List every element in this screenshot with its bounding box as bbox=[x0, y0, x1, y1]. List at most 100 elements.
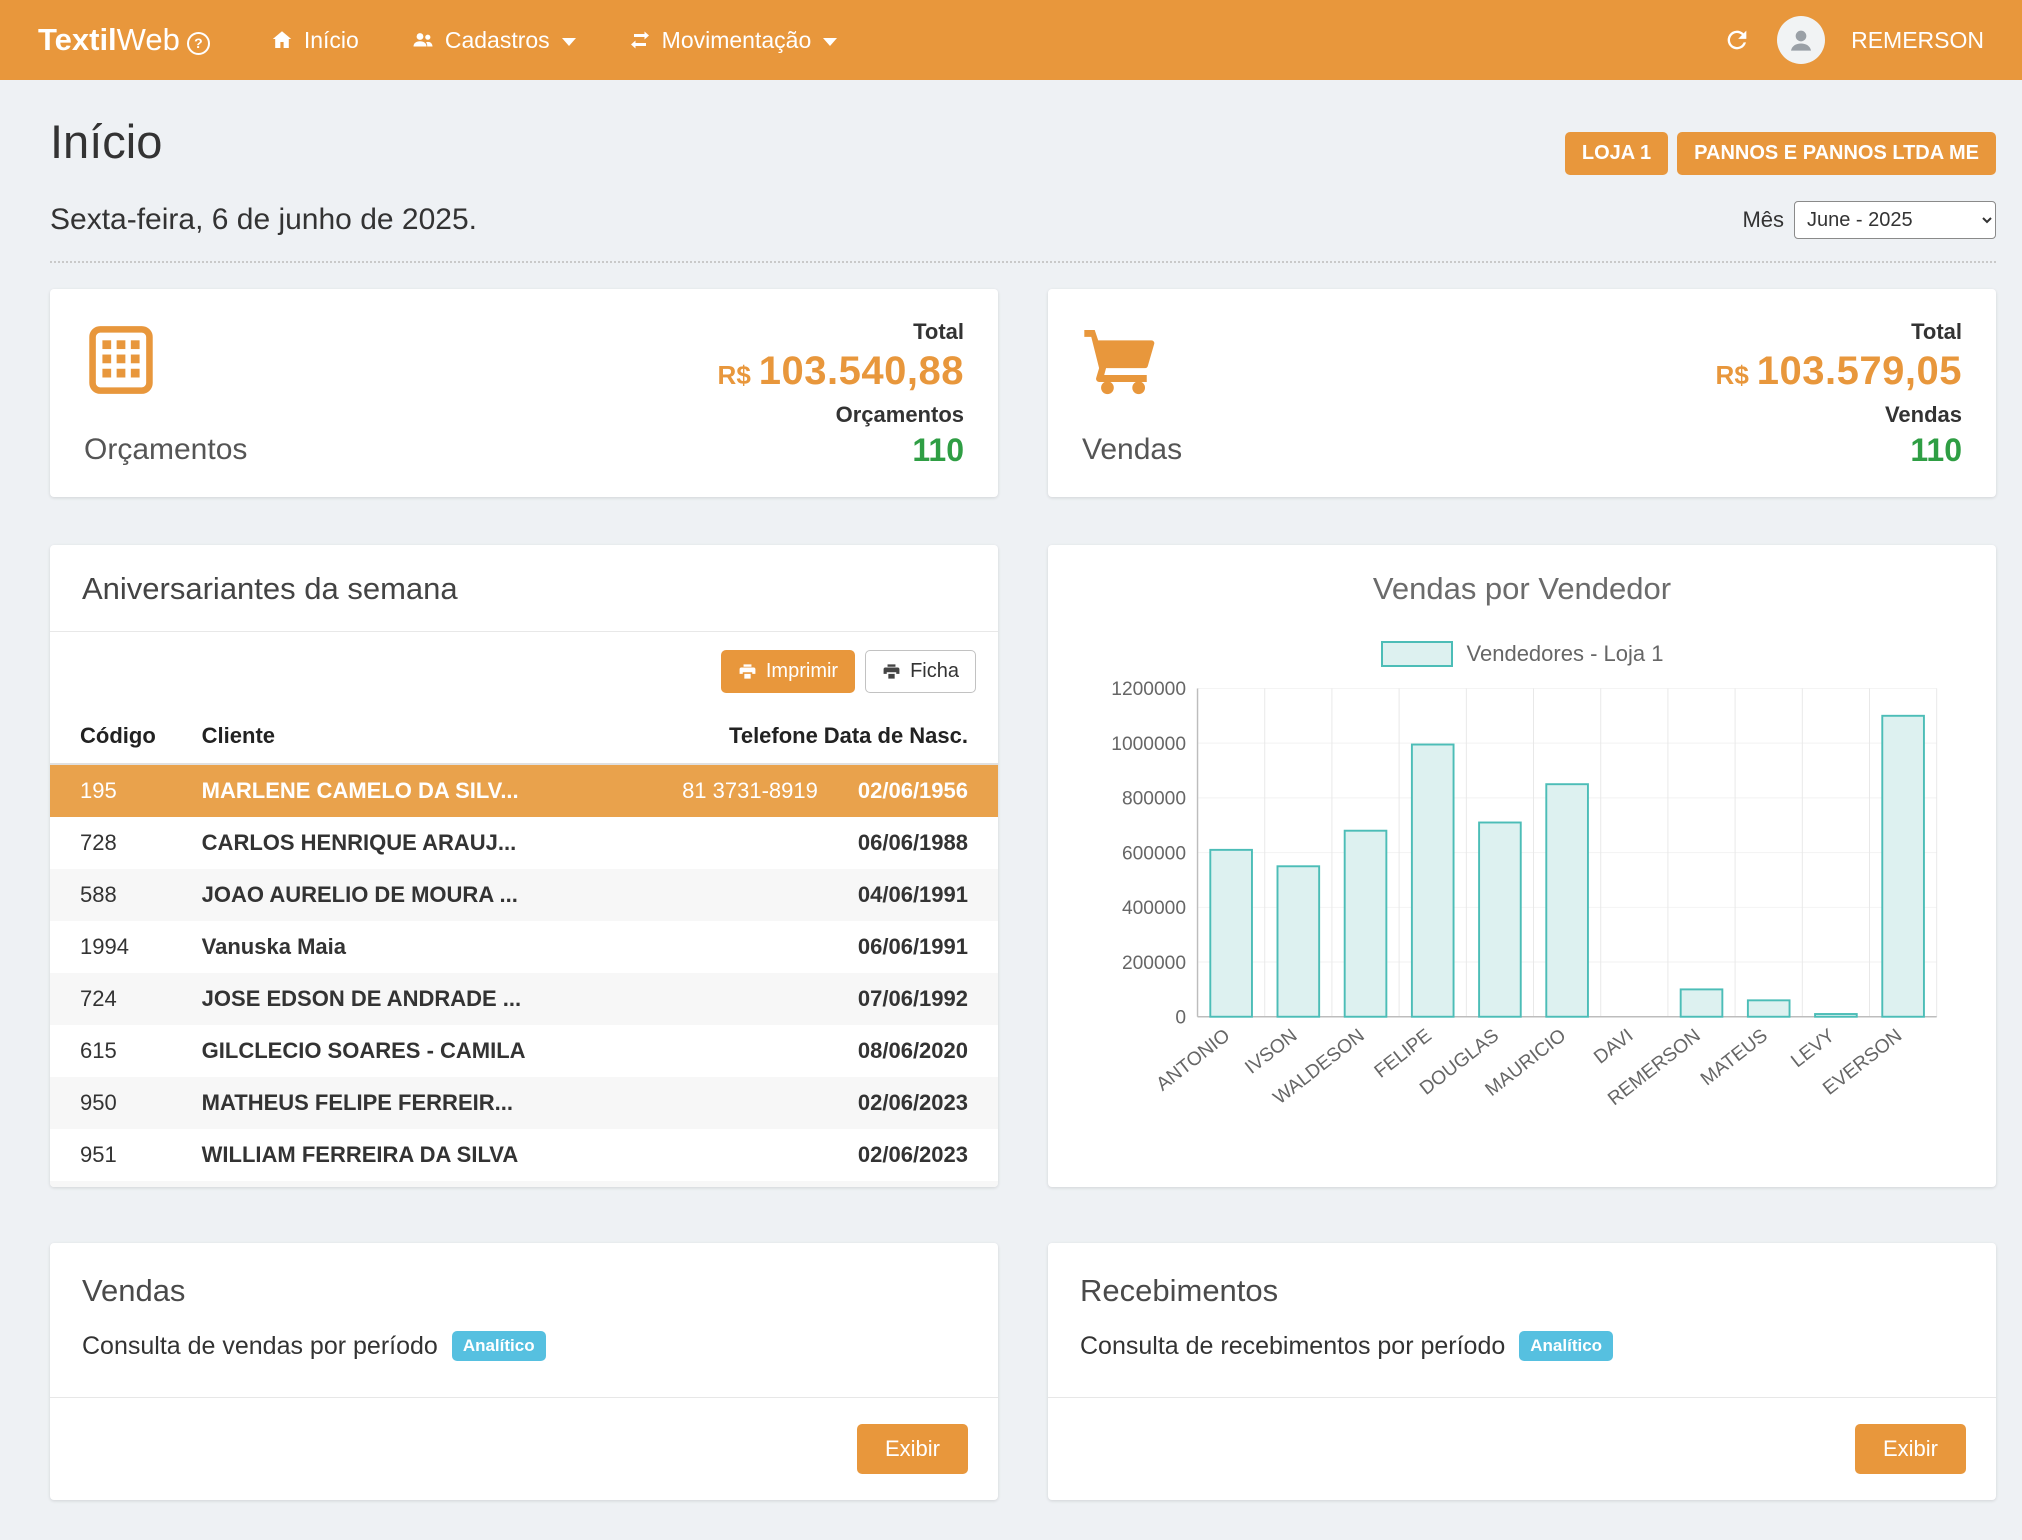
exibir-recebimentos-button[interactable]: Exibir bbox=[1855, 1424, 1966, 1474]
bar-everson bbox=[1882, 716, 1924, 1017]
nav-item-cadastros[interactable]: Cadastros bbox=[411, 27, 576, 54]
card-title: Orçamentos bbox=[84, 433, 247, 467]
cell-nasc: 04/06/1991 bbox=[818, 869, 998, 921]
company-button[interactable]: PANNOS E PANNOS LTDA ME bbox=[1677, 132, 1996, 175]
nav-item-inicio[interactable]: Início bbox=[270, 27, 359, 54]
chart-legend[interactable]: Vendedores - Loja 1 bbox=[1072, 641, 1972, 667]
table-row[interactable]: 728CARLOS HENRIQUE ARAUJ...06/06/1988 bbox=[50, 817, 998, 869]
panel-description: Consulta de vendas por período bbox=[82, 1332, 438, 1361]
cell-nasc: 02/06/1956 bbox=[818, 764, 998, 817]
vendas-panel: Vendas Consulta de vendas por período An… bbox=[50, 1243, 998, 1500]
nav-label: Início bbox=[304, 27, 359, 54]
cell-cliente: Vanuska Maia bbox=[202, 921, 610, 973]
bar-douglas bbox=[1479, 822, 1521, 1016]
refresh-icon[interactable] bbox=[1723, 26, 1751, 54]
bar-waldeson bbox=[1345, 831, 1387, 1017]
nav-label: Movimentação bbox=[662, 27, 812, 54]
count-value: 110 bbox=[1716, 432, 1962, 469]
brand[interactable]: TextilWeb ? bbox=[38, 22, 210, 58]
table-row[interactable]: 951WILLIAM FERREIRA DA SILVA 02/06/2023 bbox=[50, 1129, 998, 1181]
total-value: R$ 103.579,05 bbox=[1716, 349, 1962, 394]
table-row[interactable]: 950MATHEUS FELIPE FERREIR...02/06/2023 bbox=[50, 1077, 998, 1129]
panel-title: Vendas bbox=[82, 1273, 966, 1309]
caret-down-icon bbox=[562, 38, 576, 46]
calculator-icon bbox=[84, 325, 158, 395]
printer-icon bbox=[882, 662, 901, 681]
exibir-vendas-button[interactable]: Exibir bbox=[857, 1424, 968, 1474]
analitico-badge: Analítico bbox=[1519, 1331, 1613, 1361]
cell-codigo: 728 bbox=[50, 817, 202, 869]
cell-telefone bbox=[609, 973, 818, 1025]
total-amount: 103.540,88 bbox=[759, 349, 964, 393]
bar-remerson bbox=[1681, 989, 1723, 1016]
print-button[interactable]: Imprimir bbox=[721, 650, 855, 693]
avatar[interactable] bbox=[1777, 16, 1825, 64]
table-header-row: Código Cliente Telefone Data de Nasc. bbox=[50, 711, 998, 764]
cell-codigo: 1994 bbox=[50, 921, 202, 973]
cell-nasc: 02/06/2023 bbox=[818, 1077, 998, 1129]
count-label: Vendas bbox=[1716, 402, 1962, 428]
cell-nasc: 02/06/2023 bbox=[818, 1129, 998, 1181]
exchange-icon bbox=[628, 28, 652, 52]
help-icon[interactable]: ? bbox=[187, 32, 210, 55]
x-tick-label: FELIPE bbox=[1371, 1025, 1436, 1082]
table-row[interactable]: 615GILCLECIO SOARES - CAMILA08/06/2020 bbox=[50, 1025, 998, 1077]
caret-down-icon bbox=[823, 38, 837, 46]
home-icon bbox=[270, 28, 294, 52]
total-amount: 103.579,05 bbox=[1757, 349, 1962, 393]
cell-telefone bbox=[609, 921, 818, 973]
cart-icon bbox=[1082, 325, 1156, 395]
table-row[interactable]: 1994Vanuska Maia06/06/1991 bbox=[50, 921, 998, 973]
nav-label: Cadastros bbox=[445, 27, 550, 54]
cell-cliente: WILLIAM FERREIRA DA SILVA bbox=[202, 1129, 610, 1181]
column-header-codigo: Código bbox=[50, 711, 202, 764]
count-label: Orçamentos bbox=[718, 402, 964, 428]
cell-cliente: JOSE EDSON DE ANDRADE ... bbox=[202, 973, 610, 1025]
currency-symbol: R$ bbox=[718, 360, 751, 390]
birthdays-card: Aniversariantes da semana Imprimir Ficha… bbox=[50, 545, 998, 1187]
cell-codigo: 950 bbox=[50, 1077, 202, 1129]
person-icon bbox=[1785, 24, 1817, 56]
recebimentos-panel: Recebimentos Consulta de recebimentos po… bbox=[1048, 1243, 1996, 1500]
cell-codigo: 724 bbox=[50, 973, 202, 1025]
main-nav: Início Cadastros Movimentação bbox=[270, 27, 837, 54]
username: REMERSON bbox=[1851, 27, 1984, 54]
brand-name-light: Web bbox=[117, 22, 180, 58]
month-select[interactable]: June - 2025 bbox=[1794, 201, 1996, 239]
total-value: R$ 103.540,88 bbox=[718, 349, 964, 394]
cell-codigo: 587 bbox=[50, 1181, 202, 1187]
x-tick-label: LEVY bbox=[1787, 1025, 1839, 1072]
cell-codigo: 951 bbox=[50, 1129, 202, 1181]
currency-symbol: R$ bbox=[1716, 360, 1749, 390]
cell-telefone bbox=[609, 1077, 818, 1129]
vendas-card: Vendas Total R$103.579,05 Vendas 110 bbox=[1048, 289, 1996, 497]
ficha-button[interactable]: Ficha bbox=[865, 650, 976, 693]
card-title: Vendas bbox=[1082, 433, 1182, 467]
table-row[interactable]: 724JOSE EDSON DE ANDRADE ...07/06/1992 bbox=[50, 973, 998, 1025]
y-tick-label: 600000 bbox=[1122, 843, 1186, 864]
page-content: Início LOJA 1 PANNOS E PANNOS LTDA ME Se… bbox=[0, 80, 2022, 1540]
nav-item-movimentacao[interactable]: Movimentação bbox=[628, 27, 838, 54]
table-row[interactable]: 588JOAO AURELIO DE MOURA ...04/06/1991 bbox=[50, 869, 998, 921]
cell-codigo: 195 bbox=[50, 764, 202, 817]
panel-title: Recebimentos bbox=[1080, 1273, 1964, 1309]
analitico-badge: Analítico bbox=[452, 1331, 546, 1361]
current-date: Sexta-feira, 6 de junho de 2025. bbox=[50, 203, 477, 237]
navbar-right: REMERSON bbox=[1723, 16, 1984, 64]
column-header-cliente: Cliente bbox=[202, 711, 610, 764]
cell-cliente: CARLOS HENRIQUE ARAUJ... bbox=[202, 817, 610, 869]
chart-title: Vendas por Vendedor bbox=[1072, 571, 1972, 607]
x-tick-label: IVSON bbox=[1241, 1025, 1301, 1078]
birthdays-title: Aniversariantes da semana bbox=[50, 545, 998, 632]
cell-telefone: 98307-6907 bbox=[609, 1181, 818, 1187]
count-value: 110 bbox=[718, 432, 964, 469]
column-header-telefone: Telefone bbox=[609, 711, 818, 764]
sales-chart: 020000040000060000080000010000001200000A… bbox=[1090, 675, 1954, 1124]
store-button[interactable]: LOJA 1 bbox=[1565, 132, 1668, 175]
birthdays-table: Código Cliente Telefone Data de Nasc. 19… bbox=[50, 711, 998, 1187]
bar-mauricio bbox=[1546, 784, 1588, 1017]
table-row[interactable]: 587JULIANA LIMA DE ANDRADE98307-690705/0… bbox=[50, 1181, 998, 1187]
table-row[interactable]: 195MARLENE CAMELO DA SILV...81 3731-8919… bbox=[50, 764, 998, 817]
cell-telefone bbox=[609, 817, 818, 869]
x-tick-label: MATEUS bbox=[1697, 1025, 1772, 1090]
